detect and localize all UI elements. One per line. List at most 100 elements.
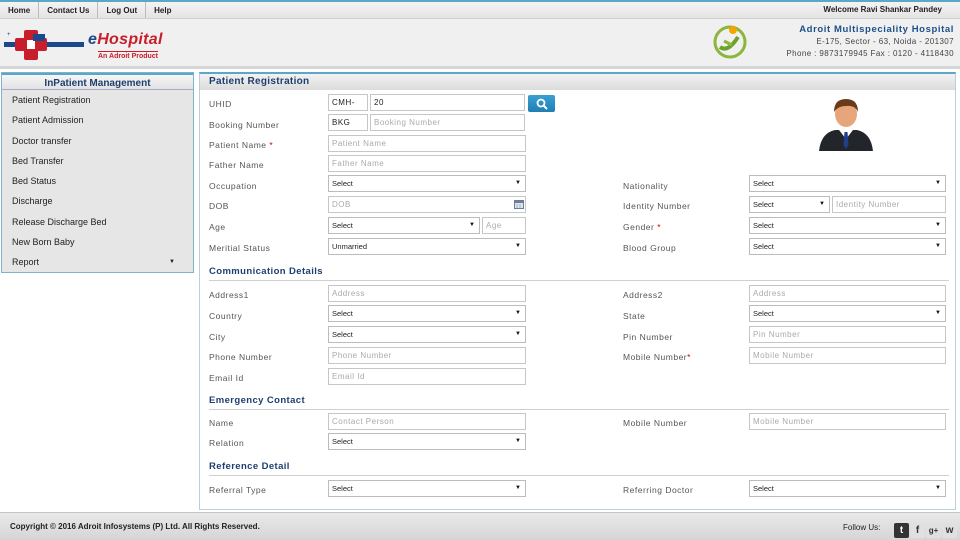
email-input[interactable]: Email Id xyxy=(328,368,526,385)
nav-help-link[interactable]: Help xyxy=(146,2,179,18)
uhid-search-button[interactable] xyxy=(528,95,555,112)
hospital-info: Adroit Multispeciality Hospital E-175, S… xyxy=(786,24,954,60)
sidebar-item-discharge[interactable]: Discharge xyxy=(2,191,193,211)
pin-number-input[interactable]: Pin Number xyxy=(749,326,946,343)
address1-label: Address1 xyxy=(209,290,249,300)
hospital-emblem-icon xyxy=(713,25,747,59)
state-label: State xyxy=(623,311,646,321)
dropdown-arrow-icon: ▼ xyxy=(469,222,475,228)
identity-number-label: Identity Number xyxy=(623,201,691,211)
sidebar-item-report[interactable]: Report ▼ xyxy=(2,252,193,272)
pin-number-label: Pin Number xyxy=(623,332,673,342)
uhid-input[interactable]: 20 xyxy=(370,94,525,111)
sidebar-item-release-discharge-bed[interactable]: Release Discharge Bed xyxy=(2,212,193,232)
nav-home-link[interactable]: Home xyxy=(0,2,40,18)
emergency-contact-heading: Emergency Contact xyxy=(209,395,949,410)
sidebar-item-patient-registration[interactable]: Patient Registration xyxy=(2,90,193,110)
hospital-name: Adroit Multispeciality Hospital xyxy=(799,24,954,35)
mobile-number-input[interactable]: Mobile Number xyxy=(749,347,946,364)
father-name-label: Father Name xyxy=(209,160,265,170)
top-navigation-bar: Home Contact Us Log Out Help Welcome Rav… xyxy=(0,0,960,19)
communication-details-heading: Communication Details xyxy=(209,266,949,281)
nav-contact-link[interactable]: Contact Us xyxy=(39,2,99,18)
identity-number-input[interactable]: Identity Number xyxy=(832,196,946,213)
dob-input[interactable]: DOB xyxy=(328,196,526,213)
dropdown-arrow-icon: ▼ xyxy=(935,310,941,316)
sidebar-item-bed-status[interactable]: Bed Status xyxy=(2,171,193,191)
sidebar-item-new-born-baby[interactable]: New Born Baby xyxy=(2,232,193,252)
brand-e: e xyxy=(88,31,98,48)
mobile-number-label: Mobile Number* xyxy=(623,352,691,362)
age-input[interactable]: Age xyxy=(482,217,526,234)
country-select-value: Select xyxy=(332,309,353,318)
uhid-prefix-field: CMH- xyxy=(328,94,368,111)
city-select-value: Select xyxy=(332,330,353,339)
booking-number-label: Booking Number xyxy=(209,120,280,130)
nationality-select-value: Select xyxy=(753,179,774,188)
sidebar-item-patient-admission[interactable]: Patient Admission xyxy=(2,110,193,130)
age-label: Age xyxy=(209,222,226,232)
sidebar: InPatient Management Patient Registratio… xyxy=(1,72,194,273)
identity-type-select[interactable]: Select ▼ xyxy=(749,196,830,213)
country-select[interactable]: Select ▼ xyxy=(328,305,526,322)
sidebar-item-report-label: Report xyxy=(12,257,40,268)
state-select-value: Select xyxy=(753,309,774,318)
referring-doctor-label: Referring Doctor xyxy=(623,485,694,495)
state-select[interactable]: Select ▼ xyxy=(749,305,946,322)
blood-group-select[interactable]: Select ▼ xyxy=(749,238,946,255)
gender-select[interactable]: Select ▼ xyxy=(749,217,946,234)
svg-text:+: + xyxy=(7,32,11,38)
hospital-address: E-175, Sector - 63, Noida - 201307 xyxy=(816,37,954,46)
phone-number-label: Phone Number xyxy=(209,352,273,362)
nationality-label: Nationality xyxy=(623,181,669,191)
sidebar-item-bed-transfer[interactable]: Bed Transfer xyxy=(2,151,193,171)
calendar-icon[interactable] xyxy=(514,199,524,209)
wordpress-icon[interactable]: w xyxy=(942,523,957,538)
relation-label: Relation xyxy=(209,438,245,448)
uhid-label: UHID xyxy=(209,99,232,109)
gender-select-value: Select xyxy=(753,221,774,230)
referral-type-select-value: Select xyxy=(332,484,353,493)
father-name-input[interactable]: Father Name xyxy=(328,155,526,172)
patient-name-label-text: Patient Name xyxy=(209,140,267,150)
referral-type-select[interactable]: Select ▼ xyxy=(328,480,526,497)
referring-doctor-select[interactable]: Select ▼ xyxy=(749,480,946,497)
brand-name: eHospital xyxy=(88,31,163,49)
google-plus-icon[interactable]: g+ xyxy=(926,523,941,538)
brand-rest: Hospital xyxy=(97,31,163,48)
panel-title: Patient Registration xyxy=(200,74,955,90)
booking-number-input[interactable]: Booking Number xyxy=(370,114,525,131)
occupation-select[interactable]: Select ▼ xyxy=(328,175,526,192)
age-unit-select[interactable]: Select ▼ xyxy=(328,217,480,234)
welcome-text: Welcome Ravi Shankar Pandey xyxy=(823,5,942,14)
contact-person-input[interactable]: Contact Person xyxy=(328,413,526,430)
dropdown-arrow-icon: ▼ xyxy=(935,222,941,228)
relation-select[interactable]: Select ▼ xyxy=(328,433,526,450)
address1-input[interactable]: Address xyxy=(328,285,526,302)
dropdown-arrow-icon: ▼ xyxy=(515,485,521,491)
phone-number-input[interactable]: Phone Number xyxy=(328,347,526,364)
patient-avatar-icon[interactable] xyxy=(815,95,877,151)
dropdown-arrow-icon: ▼ xyxy=(819,201,825,207)
header: + eHospital An Adroit Product Adroit Mul… xyxy=(0,19,960,69)
city-select[interactable]: Select ▼ xyxy=(328,326,526,343)
footer: Copyright © 2016 Adroit Infosystems (P) … xyxy=(0,512,960,540)
follow-us-label: Follow Us: xyxy=(843,523,881,532)
hospital-phone: Phone : 9873179945 Fax : 0120 - 4118430 xyxy=(786,49,954,58)
emergency-mobile-input[interactable]: Mobile Number xyxy=(749,413,946,430)
age-unit-select-value: Select xyxy=(332,221,353,230)
top-nav: Home Contact Us Log Out Help xyxy=(0,2,179,18)
dropdown-arrow-icon: ▼ xyxy=(515,331,521,337)
marital-status-select[interactable]: Unmarried ▼ xyxy=(328,238,526,255)
ehospital-logo[interactable]: + eHospital An Adroit Product xyxy=(4,24,204,64)
marital-status-label: Meritial Status xyxy=(209,243,271,253)
facebook-icon[interactable]: f xyxy=(910,523,925,538)
twitter-icon[interactable]: t xyxy=(894,523,909,538)
nationality-select[interactable]: Select ▼ xyxy=(749,175,946,192)
patient-name-input[interactable]: Patient Name xyxy=(328,135,526,152)
occupation-select-value: Select xyxy=(332,179,353,188)
address2-input[interactable]: Address xyxy=(749,285,946,302)
required-marker: * xyxy=(687,352,691,362)
sidebar-item-doctor-transfer[interactable]: Doctor transfer xyxy=(2,131,193,151)
nav-logout-link[interactable]: Log Out xyxy=(98,2,147,18)
